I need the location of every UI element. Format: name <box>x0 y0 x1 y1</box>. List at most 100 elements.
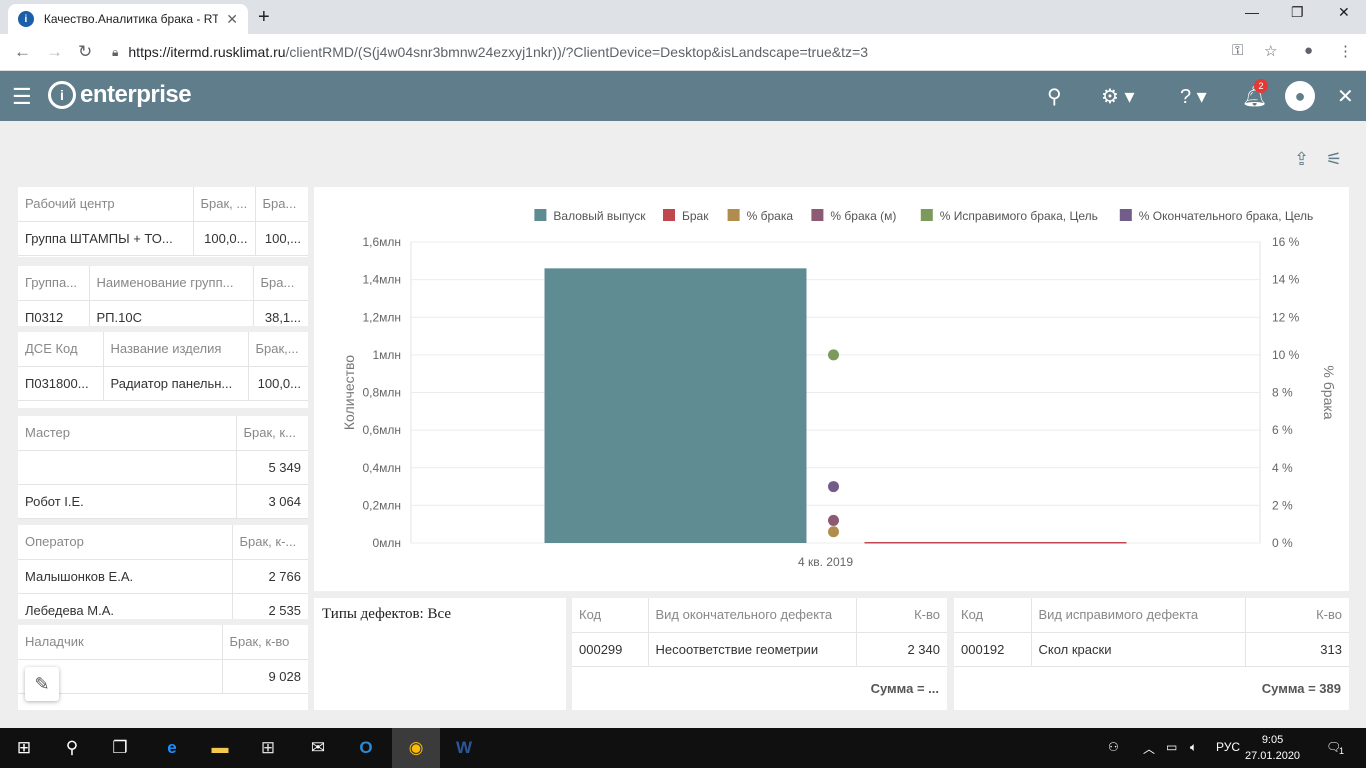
legend-swatch <box>534 209 547 221</box>
table-row[interactable]: Робот I.E. 3 064 <box>18 484 308 519</box>
system-clock[interactable]: 9:05 27.01.2020 <box>1245 732 1300 764</box>
column-header[interactable]: Код <box>954 598 1032 633</box>
network-icon[interactable]: ▭ <box>1166 740 1177 754</box>
operator-grid: Оператор Брак, к-... Малышонков Е.А. 2 7… <box>18 525 308 619</box>
browser-menu-icon[interactable]: ⋮ <box>1338 42 1353 60</box>
address-bar[interactable]: 🔒︎ https://itermd.rusklimat.ru/clientRMD… <box>112 38 1292 66</box>
column-header[interactable]: Брак, к... <box>236 416 308 451</box>
column-header[interactable]: Брак, ... <box>193 187 256 222</box>
user-avatar-icon[interactable]: ● <box>1285 81 1315 111</box>
input-language[interactable]: РУС <box>1216 740 1240 754</box>
y2-axis-tick-label: 2 % <box>1272 498 1293 512</box>
search-icon[interactable]: ⚲ <box>1047 84 1062 109</box>
column-header[interactable]: Вид исправимого дефекта <box>1031 598 1246 633</box>
column-header[interactable]: Мастер <box>18 416 237 451</box>
grid-header-row: Рабочий центр Брак, ... Бра... <box>18 187 308 222</box>
edge-browser-icon[interactable]: e <box>148 728 196 768</box>
column-header[interactable]: Брак, к-во <box>222 625 308 660</box>
profile-icon[interactable]: ● <box>1304 42 1313 59</box>
close-app-icon[interactable]: ✕ <box>1337 84 1354 109</box>
hamburger-menu-icon[interactable]: ☰ <box>12 84 32 110</box>
column-header[interactable]: Наладчик <box>18 625 223 660</box>
table-cell: Скол краски <box>1031 632 1246 667</box>
forward-icon[interactable]: → <box>46 42 63 62</box>
defect-chart: 0млн 0 % 0,2млн 2 % 0,4млн 4 % 0,6млн 6 % 0,8млн… <box>341 209 1337 569</box>
column-header[interactable]: Брак,... <box>248 332 308 367</box>
filter-settings-icon[interactable]: ⚟ <box>1326 149 1342 170</box>
table-cell: 2 766 <box>232 559 308 594</box>
windows-taskbar: ⊞ ⚲ ❐ e ▬ ⊞ ✉ O ◉ W ⚇ ︿ ▭ 🔈︎ РУС 9:05 27… <box>0 728 1366 768</box>
column-header[interactable]: Наименование групп... <box>89 266 254 301</box>
column-header[interactable]: Название изделия <box>103 332 249 367</box>
table-cell: 100,0... <box>193 221 256 256</box>
export-share-icon[interactable]: ⇪ <box>1294 149 1309 170</box>
column-header[interactable]: Бра... <box>253 266 308 301</box>
task-view-icon[interactable]: ❐ <box>96 728 144 768</box>
column-header[interactable]: Группа... <box>18 266 90 301</box>
table-row[interactable]: П031800... Радиатор панельн... 100,0... <box>18 366 308 401</box>
table-row[interactable]: 9 028 <box>18 659 308 694</box>
y-axis-tick-label: 0млн <box>372 536 401 550</box>
table-cell: Лебедева М.А. <box>18 593 233 619</box>
y2-axis-tick-label: 6 % <box>1272 423 1293 437</box>
file-explorer-icon[interactable]: ▬ <box>196 728 244 768</box>
final-defects-sum: Сумма = ... <box>870 681 939 696</box>
grid-header-row: Наладчик Брак, к-во <box>18 625 308 660</box>
column-header[interactable]: Бра... <box>255 187 308 222</box>
volume-icon[interactable]: 🔈︎ <box>1190 740 1197 755</box>
tab-close-icon[interactable]: ✕ <box>226 11 238 28</box>
table-row[interactable]: Малышонков Е.А. 2 766 <box>18 559 308 594</box>
browser-tab[interactable]: i Качество.Аналитика брака - RTF ✕ <box>8 4 248 34</box>
column-header[interactable]: Вид окончательного дефекта <box>648 598 857 633</box>
table-row[interactable]: Группа ШТАМПЫ + ТО... 100,0... 100,... <box>18 221 308 256</box>
bookmark-star-icon[interactable]: ☆ <box>1264 42 1277 60</box>
column-header[interactable]: Рабочий центр <box>18 187 194 222</box>
table-cell: 38,1... <box>253 300 308 326</box>
app-logo[interactable]: i enterprise <box>48 81 192 109</box>
column-header[interactable]: К-во <box>856 598 947 633</box>
outlook-icon[interactable]: O <box>342 728 390 768</box>
legend-item-label: Валовый выпуск <box>553 209 646 223</box>
settings-gear-icon[interactable]: ⚙ ▾ <box>1101 84 1135 109</box>
people-icon[interactable]: ⚇ <box>1108 740 1119 754</box>
taskbar-search-icon[interactable]: ⚲ <box>48 728 96 768</box>
word-icon[interactable]: W <box>440 728 488 768</box>
column-header[interactable]: Оператор <box>18 525 233 560</box>
legend-item-label: % Исправимого брака, Цель <box>940 209 1098 223</box>
minimize-icon[interactable]: — <box>1245 4 1259 20</box>
y2-axis-tick-label: 10 % <box>1272 348 1300 362</box>
restore-icon[interactable]: ❐ <box>1291 4 1304 21</box>
table-cell: Робот I.E. <box>18 484 237 519</box>
column-header[interactable]: Брак, к-... <box>232 525 308 560</box>
table-row[interactable]: 000299 Несоответствие геометрии 2 340 <box>572 632 947 667</box>
window-close-icon[interactable]: ✕ <box>1338 4 1350 21</box>
show-hidden-icons[interactable]: ︿ <box>1143 740 1155 757</box>
table-row[interactable]: П0312 РП.10С 38,1... <box>18 300 308 326</box>
column-header[interactable]: ДСЕ Код <box>18 332 104 367</box>
table-cell: 9 028 <box>222 659 308 694</box>
table-cell: 100,... <box>255 221 308 256</box>
defect-type-filter-panel: Типы дефектов: Все <box>314 598 566 710</box>
start-windows-icon[interactable]: ⊞ <box>0 728 48 768</box>
reload-icon[interactable]: ↻ <box>78 42 92 62</box>
table-row[interactable]: 000192 Скол краски 313 <box>954 632 1349 667</box>
chrome-icon[interactable]: ◉ <box>392 728 440 768</box>
mail-icon[interactable]: ✉ <box>294 728 342 768</box>
key-icon[interactable]: ⚿ <box>1232 42 1243 59</box>
browser-tabstrip: i Качество.Аналитика брака - RTF ✕ + — ❐… <box>0 0 1366 34</box>
y-axis-title: Количество <box>341 355 357 430</box>
app-favicon-icon: i <box>18 11 34 27</box>
product-group-grid: Группа... Наименование групп... Бра... П… <box>18 266 308 326</box>
back-icon[interactable]: ← <box>14 42 31 62</box>
table-cell: 3 064 <box>236 484 308 519</box>
table-row[interactable]: Лебедева М.А. 2 535 <box>18 593 308 619</box>
y2-axis-tick-label: 16 % <box>1272 235 1300 249</box>
store-icon[interactable]: ⊞ <box>244 728 292 768</box>
column-header[interactable]: К-во <box>1245 598 1349 633</box>
grid-header-row: Код Вид окончательного дефекта К-во <box>572 598 947 633</box>
help-icon[interactable]: ? ▾ <box>1180 84 1207 109</box>
column-header[interactable]: Код <box>572 598 649 633</box>
table-row[interactable]: 5 349 <box>18 450 308 485</box>
new-tab-icon[interactable]: + <box>258 6 270 29</box>
edit-pencil-button[interactable]: ✎ <box>25 667 59 701</box>
